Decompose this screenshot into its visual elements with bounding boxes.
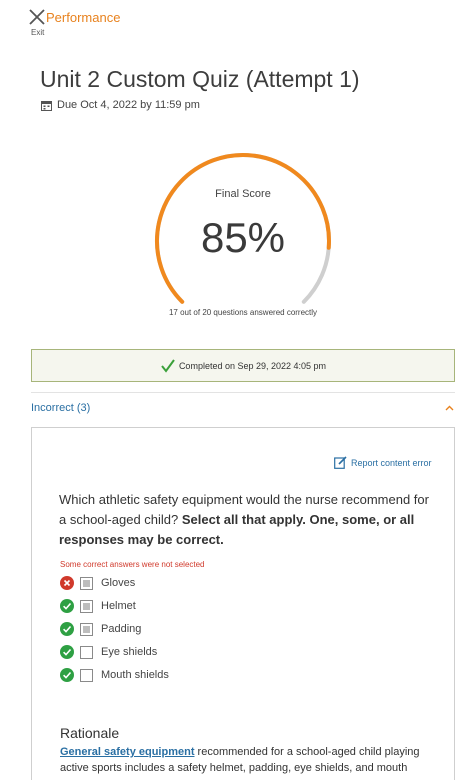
score-summary: 17 out of 20 questions answered correctl…	[168, 308, 318, 317]
question-text: Which athletic safety equipment would th…	[59, 490, 431, 550]
score-gauge: Final Score 85% 17 out of 20 questions a…	[150, 152, 336, 317]
answer-option-label: Padding	[101, 623, 142, 635]
due-date: Due Oct 4, 2022 by 11:59 pm	[41, 99, 200, 111]
answer-option-label: Helmet	[101, 600, 136, 612]
chevron-up-icon[interactable]	[444, 403, 455, 414]
answer-option[interactable]: Gloves	[60, 575, 135, 591]
quiz-title: Unit 2 Custom Quiz (Attempt 1)	[40, 66, 360, 92]
incorrect-section-label: Incorrect (3)	[31, 402, 91, 414]
rationale-link[interactable]: General safety equipment	[60, 746, 195, 758]
answer-option[interactable]: Helmet	[60, 598, 136, 614]
answer-option[interactable]: Eye shields	[60, 644, 157, 660]
rationale-text: General safety equipment recommended for…	[60, 744, 432, 776]
answer-option[interactable]: Mouth shields	[60, 667, 169, 683]
correct-check-icon	[60, 599, 74, 613]
answer-checkbox[interactable]	[80, 599, 93, 613]
answer-option-label: Mouth shields	[101, 669, 169, 681]
rationale-title: Rationale	[60, 725, 120, 741]
report-content-error-link[interactable]: Report content error	[334, 456, 432, 469]
incorrect-x-icon	[60, 576, 74, 590]
answer-option-label: Eye shields	[101, 646, 158, 658]
correct-check-icon	[60, 645, 74, 659]
final-score-label: Final Score	[215, 188, 271, 200]
calendar-icon	[41, 100, 52, 111]
correct-check-icon	[60, 668, 74, 682]
question-card: Report content error Which athletic safe…	[31, 427, 455, 780]
answer-checkbox[interactable]	[80, 668, 93, 682]
exit-label[interactable]: Exit	[31, 28, 44, 37]
report-content-error-label: Report content error	[351, 457, 432, 468]
correct-check-icon	[60, 622, 74, 636]
edit-icon	[334, 456, 347, 469]
due-date-text: Due Oct 4, 2022 by 11:59 pm	[57, 99, 200, 111]
answer-option[interactable]: Padding	[60, 621, 141, 637]
check-icon	[161, 358, 175, 373]
final-score-value: 85%	[200, 214, 286, 261]
answer-option-label: Gloves	[101, 577, 136, 589]
answer-checkbox[interactable]	[80, 622, 93, 636]
performance-title: Performance	[46, 10, 121, 25]
answer-feedback: Some correct answers were not selected	[60, 560, 205, 569]
close-icon[interactable]	[28, 8, 46, 26]
answer-checkbox[interactable]	[80, 645, 93, 659]
answer-checkbox[interactable]	[80, 576, 93, 590]
completed-banner: Completed on Sep 29, 2022 4:05 pm	[31, 349, 455, 382]
incorrect-section-toggle[interactable]: Incorrect (3)	[31, 400, 455, 418]
divider	[31, 392, 455, 393]
completed-text: Completed on Sep 29, 2022 4:05 pm	[178, 360, 327, 371]
